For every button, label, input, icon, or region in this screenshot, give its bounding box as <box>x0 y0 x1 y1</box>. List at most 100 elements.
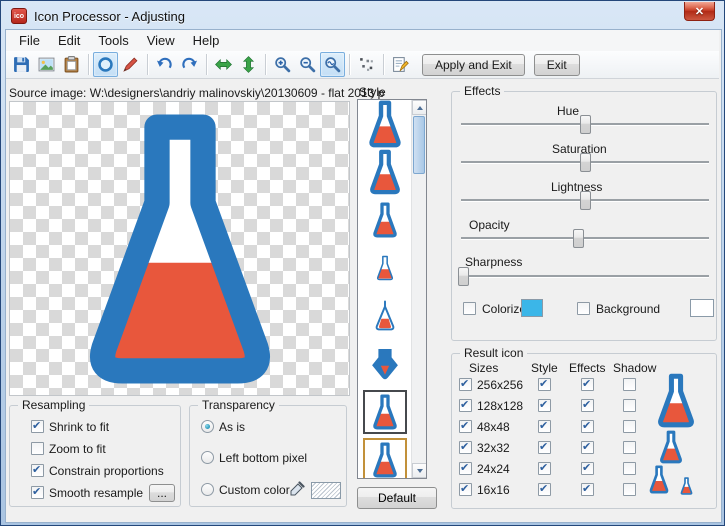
lightness-slider[interactable] <box>461 191 709 210</box>
background-checkbox[interactable] <box>577 302 590 315</box>
slider-track <box>461 275 709 277</box>
style-48-checkbox[interactable] <box>538 419 551 433</box>
pixel-pattern-button[interactable] <box>354 52 379 77</box>
size-256-checkbox[interactable] <box>459 377 472 391</box>
effects-48-checkbox[interactable] <box>581 419 594 433</box>
smooth-resample-checkbox[interactable] <box>31 485 44 499</box>
style-16-checkbox[interactable] <box>538 482 551 496</box>
column-header-sizes: Sizes <box>469 361 499 375</box>
scroll-up-button[interactable] <box>412 100 426 115</box>
effects-128-checkbox[interactable] <box>581 398 594 412</box>
stretch-vertical-button[interactable] <box>236 52 261 77</box>
eyedropper-icon[interactable] <box>289 481 305 497</box>
shadow-48-checkbox[interactable] <box>623 420 636 433</box>
exit-button[interactable]: Exit <box>533 53 580 76</box>
menu-item-file[interactable]: File <box>10 30 49 51</box>
zoom-out-button[interactable] <box>295 52 320 77</box>
shadow-256-checkbox[interactable] <box>623 378 636 391</box>
pencil-button[interactable] <box>118 52 143 77</box>
sharpness-slider-thumb[interactable] <box>458 267 470 286</box>
lightness-slider-thumb[interactable] <box>580 191 591 210</box>
scroll-down-button[interactable] <box>412 463 426 478</box>
background-color-swatch[interactable] <box>690 299 714 317</box>
custom-color-radio[interactable] <box>201 483 214 496</box>
effects-16-checkbox[interactable] <box>581 482 594 496</box>
size-16-checkbox[interactable] <box>459 482 472 496</box>
close-button[interactable]: ✕ <box>684 2 715 21</box>
shadow-32-checkbox[interactable] <box>623 441 636 454</box>
default-button[interactable]: Default <box>357 487 437 509</box>
style-item-flask-arrow[interactable] <box>358 340 412 388</box>
size-24-checkbox[interactable] <box>459 461 472 475</box>
stretch-horizontal-button[interactable] <box>211 52 236 77</box>
left-bottom-pixel-radio[interactable] <box>201 451 214 464</box>
style-item-flask-kite[interactable] <box>358 292 412 340</box>
style-item-flask-flat-alt[interactable] <box>358 148 412 196</box>
as-is-radio[interactable] <box>201 420 214 433</box>
effects-256-checkbox[interactable] <box>581 377 594 391</box>
effects-32-checkbox[interactable] <box>581 440 594 454</box>
ellipse-select-icon <box>98 57 113 72</box>
saturation-slider-thumb[interactable] <box>580 153 591 172</box>
opacity-slider[interactable] <box>461 229 709 248</box>
resample-options-button[interactable]: ... <box>149 484 175 502</box>
colorize-color-swatch[interactable] <box>521 299 543 317</box>
hue-slider-thumb[interactable] <box>580 115 591 134</box>
custom-color-swatch[interactable] <box>311 482 341 499</box>
titlebar[interactable]: ico Icon Processor - Adjusting ✕ <box>2 2 723 29</box>
close-icon: ✕ <box>694 5 705 18</box>
app-icon-text: ico <box>13 12 25 20</box>
style-128-checkbox[interactable] <box>538 398 551 412</box>
zoom-in-button[interactable] <box>270 52 295 77</box>
save-button[interactable] <box>9 52 34 77</box>
zoom-curve-button[interactable] <box>320 52 345 77</box>
apply-and-exit-button[interactable]: Apply and Exit <box>422 53 525 76</box>
size-32-checkbox[interactable] <box>459 440 472 454</box>
menu-item-view[interactable]: View <box>138 30 184 51</box>
constrain-proportions-checkbox[interactable] <box>31 463 44 477</box>
style-24-checkbox[interactable] <box>538 461 551 475</box>
size-48-checkbox[interactable] <box>459 419 472 433</box>
shadow-24-checkbox[interactable] <box>623 462 636 475</box>
style-list <box>357 99 427 479</box>
redo-button[interactable] <box>177 52 202 77</box>
style-32-checkbox[interactable] <box>538 440 551 454</box>
result-preview-48-icon <box>653 373 699 428</box>
ellipse-select-button[interactable] <box>93 52 118 77</box>
result-preview-32-icon <box>657 430 685 464</box>
style-item-flask-small[interactable] <box>358 196 412 244</box>
zoom-in-icon <box>275 57 291 73</box>
style-item-flask-framed-gold[interactable] <box>358 436 412 478</box>
shadow-16-checkbox[interactable] <box>623 483 636 496</box>
hue-slider[interactable] <box>461 115 709 134</box>
colorize-checkbox[interactable] <box>463 302 476 315</box>
opacity-slider-thumb[interactable] <box>572 229 584 248</box>
undo-button[interactable] <box>152 52 177 77</box>
adjust-button[interactable] <box>388 52 413 77</box>
shrink-to-fit-checkbox[interactable] <box>31 419 44 433</box>
style-item-flask-flat[interactable] <box>358 100 412 148</box>
style-item-flask-framed-selected[interactable] <box>358 388 412 436</box>
style-list-scrollbar[interactable] <box>411 100 426 478</box>
shadow-128-checkbox[interactable] <box>623 399 636 412</box>
style-256-checkbox[interactable] <box>538 377 551 391</box>
menu-item-edit[interactable]: Edit <box>49 30 89 51</box>
background-label: Background <box>596 302 661 316</box>
slider-track <box>461 237 709 239</box>
effects-24-checkbox[interactable] <box>581 461 594 475</box>
size-128-checkbox[interactable] <box>459 398 472 412</box>
zoom-to-fit-checkbox[interactable] <box>31 442 44 455</box>
paste-button[interactable] <box>59 52 84 77</box>
zoom-curve-icon <box>325 57 341 73</box>
export-image-button[interactable] <box>34 52 59 77</box>
transparency-group-title: Transparency <box>198 398 279 412</box>
menu-item-tools[interactable]: Tools <box>89 30 137 51</box>
menu-item-help[interactable]: Help <box>184 30 229 51</box>
flask-framed-icon <box>370 394 400 430</box>
flask-kite-icon <box>371 299 399 333</box>
sharpness-slider[interactable] <box>458 267 709 286</box>
resampling-group-title: Resampling <box>18 398 90 412</box>
saturation-slider[interactable] <box>461 153 709 172</box>
scrollbar-thumb[interactable] <box>413 116 425 174</box>
style-item-flask-outline[interactable] <box>358 244 412 292</box>
